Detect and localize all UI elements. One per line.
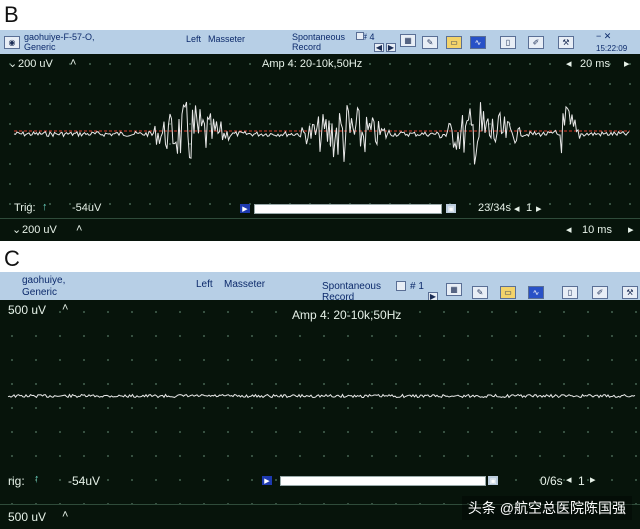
- waveform-icon[interactable]: ∿: [470, 36, 486, 49]
- edit-icon[interactable]: ✐: [528, 36, 544, 49]
- panel-c-titlebar: gaohuiye, Generic Left Masseter Spontane…: [0, 272, 640, 303]
- panel-c-label: C: [4, 246, 20, 271]
- footer-gain-arrow[interactable]: ⌄: [12, 223, 21, 236]
- panel-c: gaohuiye, Generic Left Masseter Spontane…: [0, 272, 640, 529]
- trigger-value: -54uV: [68, 474, 101, 488]
- waveform-icon[interactable]: ∿: [528, 286, 544, 299]
- frame-index: 1: [526, 202, 533, 214]
- panel-b-titlebar: ◉ gaohuiye-F-57-O, Generic Left Masseter…: [0, 30, 640, 55]
- checkbox-icon[interactable]: [396, 281, 406, 291]
- toolbar-icon-1[interactable]: ▦: [446, 283, 462, 296]
- document-icon[interactable]: ▯: [562, 286, 578, 299]
- trigger-label: Trig:: [14, 202, 36, 214]
- panel-b-emg-trace: [13, 101, 630, 165]
- panel-c-trace-area: 500 uV ˄ Amp 4: 20-10k,50Hz rig: ↑ -54uV…: [0, 300, 640, 504]
- footer-gain-up-arrow[interactable]: ˄: [62, 509, 68, 521]
- panel-b: ◉ gaohuiye-F-57-O, Generic Left Masseter…: [0, 30, 640, 241]
- menu-icon[interactable]: ◉: [4, 36, 20, 49]
- document-icon[interactable]: ▯: [500, 36, 516, 49]
- play-icon[interactable]: ▶: [386, 43, 396, 52]
- watermark-text: 头条 @航空总医院陈国强: [461, 496, 632, 520]
- patient-name: gaohuiye-F-57-O,: [24, 32, 95, 42]
- trigger-label: rig:: [8, 474, 25, 488]
- checkbox-icon[interactable]: [356, 32, 364, 40]
- panel-b-footer: ⌄ 200 uV ˄ ◂ 10 ms ▸: [0, 218, 640, 241]
- frame-prev-arrow[interactable]: ◂: [514, 202, 520, 215]
- trigger-arrow[interactable]: ↑: [34, 473, 40, 485]
- playback-play-icon[interactable]: ▶: [240, 204, 250, 213]
- folder-icon[interactable]: ▭: [500, 286, 516, 299]
- muscle-label: Masseter: [208, 34, 246, 44]
- footer-gain-value[interactable]: 500 uV: [8, 510, 46, 524]
- playback-end-icon[interactable]: ▣: [488, 476, 498, 485]
- frame-index: 1: [578, 474, 585, 488]
- side-label: Left: [196, 279, 213, 290]
- frame-counter: 23/34s: [478, 202, 512, 214]
- footer-time-value[interactable]: 10 ms: [582, 224, 612, 236]
- side-label: Left: [186, 34, 202, 44]
- patient-group: Generic: [22, 287, 58, 298]
- playback-slider[interactable]: [280, 476, 486, 486]
- playback-slider[interactable]: [254, 204, 442, 214]
- panel-b-trace-area: ⌄ 200 uV ˄ Amp 4: 20-10k,50Hz ◂ 20 ms ▸ …: [0, 54, 640, 218]
- footer-gain-up-arrow[interactable]: ˄: [76, 223, 82, 235]
- trigger-value: -54uV: [72, 202, 102, 214]
- clock-display: 15:22:09: [596, 44, 628, 53]
- footer-time-left-arrow[interactable]: ◂: [566, 223, 572, 236]
- playback-end-icon[interactable]: ▣: [446, 204, 456, 213]
- emg-waveform: [7, 393, 636, 399]
- toolbar-icon-1[interactable]: ▦: [400, 34, 416, 47]
- emg-waveform: [13, 101, 630, 165]
- folder-icon[interactable]: ▭: [446, 36, 462, 49]
- patient-group: Generic: [24, 42, 56, 52]
- frame-prev-arrow[interactable]: ◂: [566, 473, 572, 486]
- frame-next-arrow[interactable]: ▸: [590, 473, 596, 486]
- footer-time-right-arrow[interactable]: ▸: [628, 223, 634, 236]
- trigger-arrow[interactable]: ↑: [42, 201, 48, 213]
- window-controls[interactable]: − ✕: [596, 31, 611, 42]
- prev-icon[interactable]: ◀: [374, 43, 384, 52]
- mode-label: Spontaneous: [292, 32, 346, 42]
- panel-b-label: B: [4, 2, 19, 27]
- brush-icon[interactable]: ✎: [472, 286, 488, 299]
- patient-name: gaohuiye,: [22, 275, 66, 286]
- tools-icon[interactable]: ⚒: [558, 36, 574, 49]
- playback-play-icon[interactable]: ▶: [262, 476, 272, 485]
- mode-label: Spontaneous: [322, 281, 381, 292]
- edit-icon[interactable]: ✐: [592, 286, 608, 299]
- frame-counter: 0/6s: [540, 474, 563, 488]
- frame-next-arrow[interactable]: ▸: [536, 202, 542, 215]
- tools-icon[interactable]: ⚒: [622, 286, 638, 299]
- mode-sub-label: Record: [292, 42, 322, 52]
- muscle-label: Masseter: [224, 279, 266, 290]
- brush-icon[interactable]: ✎: [422, 36, 438, 49]
- footer-gain-value[interactable]: 200 uV: [22, 224, 57, 236]
- channel-label: # 1: [410, 281, 424, 292]
